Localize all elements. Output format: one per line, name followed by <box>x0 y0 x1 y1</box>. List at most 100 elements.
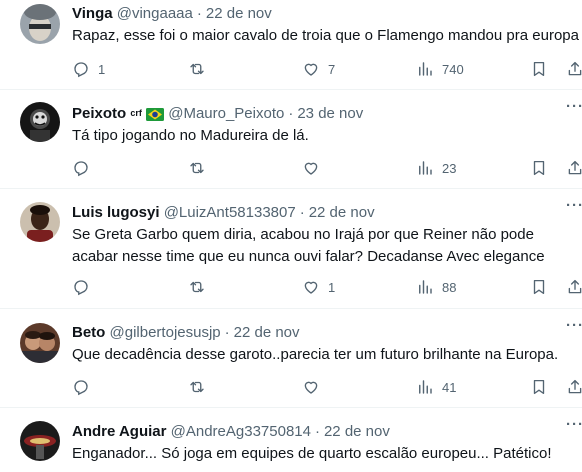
views-button[interactable]: 740 <box>416 59 464 79</box>
more-options-icon[interactable]: ··· <box>566 98 582 115</box>
bookmark-icon <box>533 61 545 77</box>
tweet-text: Se Greta Garbo quem diria, acabou no Ira… <box>72 224 582 268</box>
like-button[interactable]: 1 <box>302 277 335 297</box>
avatar[interactable] <box>20 421 60 461</box>
tweet-text-line: Rapaz, esse foi o maior cavalo de troia … <box>72 27 579 44</box>
more-options-icon[interactable]: ··· <box>566 416 582 433</box>
like-icon <box>304 381 318 394</box>
tweet-text-line: Tá tipo jogando no Madureira de lá. <box>72 127 309 144</box>
separator-dot: · <box>196 5 202 22</box>
tweet-actions: 1 7 740 <box>72 59 582 79</box>
display-name[interactable]: Luis lugosyi <box>72 204 160 221</box>
avatar[interactable] <box>20 102 60 142</box>
like-button[interactable]: 7 <box>302 59 335 79</box>
reply-button[interactable] <box>72 377 98 397</box>
bookmark-button[interactable] <box>530 158 548 178</box>
reply-tweet[interactable]: Andre Aguiar @AndreAg33750814 · 22 de nov … <box>0 408 582 472</box>
crf-badge: crf <box>130 108 142 118</box>
reply-tweet[interactable]: Peixoto crf @Mauro_Peixoto·23 de nov ···… <box>0 90 582 189</box>
user-handle[interactable]: @Mauro_Peixoto <box>168 105 284 122</box>
avatar[interactable] <box>20 202 60 242</box>
reply-icon <box>74 62 88 78</box>
reply-icon <box>74 161 88 177</box>
views-button[interactable]: 41 <box>416 377 456 397</box>
user-handle[interactable]: @AndreAg33750814 <box>171 423 311 440</box>
like-icon <box>304 281 318 294</box>
tweet-text: Tá tipo jogando no Madureira de lá. <box>72 125 582 147</box>
reply-tweet[interactable]: Beto @gilbertojesusjp·22 de nov ··· Que … <box>0 309 582 408</box>
repost-icon <box>190 162 204 174</box>
reply-button[interactable]: 1 <box>72 59 105 79</box>
share-icon <box>568 160 582 175</box>
share-icon <box>568 279 582 294</box>
share-button[interactable] <box>566 277 582 297</box>
repost-button[interactable] <box>188 377 214 397</box>
share-button[interactable] <box>566 377 582 397</box>
tweet-header: Andre Aguiar @AndreAg33750814 · 22 de nov <box>72 422 390 442</box>
tweet-header: Beto @gilbertojesusjp · 22 de nov <box>72 323 300 343</box>
more-options-icon[interactable]: ··· <box>566 197 582 214</box>
views-button[interactable]: 88 <box>416 277 456 297</box>
reply-tweet[interactable]: Vinga @vingaaaa · 22 de nov Rapaz, esse fo… <box>0 0 582 90</box>
reply-icon <box>74 280 88 296</box>
display-name[interactable]: Beto <box>72 324 105 341</box>
repost-button[interactable] <box>188 277 214 297</box>
share-icon <box>568 61 582 76</box>
views-count: 41 <box>442 379 457 395</box>
separator-dot: · <box>314 423 320 440</box>
views-button[interactable]: 23 <box>416 158 456 178</box>
views-count: 23 <box>442 160 457 176</box>
tweet-text-line: Que decadência desse garoto..parecia ter… <box>72 346 559 363</box>
reply-button[interactable] <box>72 158 98 178</box>
share-button[interactable] <box>566 59 582 79</box>
like-icon <box>304 63 318 76</box>
repost-icon <box>190 281 204 293</box>
share-button[interactable] <box>566 158 582 178</box>
bookmark-button[interactable] <box>530 377 548 397</box>
avatar[interactable] <box>20 323 60 363</box>
bookmark-icon <box>533 160 545 176</box>
display-name[interactable]: Peixoto <box>72 105 126 122</box>
tweet-header: Peixoto crf @Mauro_Peixoto · 23 de nov <box>72 104 363 124</box>
user-handle[interactable]: @vingaaaa <box>117 5 193 22</box>
separator-dot: · <box>224 324 230 341</box>
tweet-text-line: acabar nesse time que eu nunca ouvi fala… <box>72 248 545 265</box>
reply-feed: Vinga @vingaaaa · 22 de nov Rapaz, esse fo… <box>0 0 582 472</box>
display-name[interactable]: Andre Aguiar <box>72 423 166 440</box>
tweet-date[interactable]: 23 de nov <box>297 105 363 122</box>
bookmark-icon <box>533 279 545 295</box>
user-handle[interactable]: @LuizAnt58133807 <box>164 204 296 221</box>
like-button[interactable] <box>302 158 328 178</box>
like-count: 7 <box>328 61 336 77</box>
bookmark-button[interactable] <box>530 277 548 297</box>
more-options-icon[interactable]: ··· <box>566 317 582 334</box>
user-handle[interactable]: @gilbertojesusjp <box>110 324 221 341</box>
views-count: 740 <box>442 61 464 77</box>
bookmark-button[interactable] <box>530 59 548 79</box>
tweet-text-line: Se Greta Garbo quem diria, acabou no Ira… <box>72 226 534 243</box>
repost-icon <box>190 63 204 75</box>
tweet-text-line: Enganador... Só joga em equipes de quart… <box>72 445 552 462</box>
repost-icon <box>190 381 204 393</box>
display-name[interactable]: Vinga <box>72 5 113 22</box>
repost-button[interactable] <box>188 158 214 178</box>
tweet-date[interactable]: 22 de nov <box>206 5 272 22</box>
reply-tweet[interactable]: Luis lugosyi @LuizAnt58133807 · 22 de nov … <box>0 189 582 309</box>
reply-icon <box>74 380 88 396</box>
tweet-date[interactable]: 22 de nov <box>324 423 390 440</box>
repost-button[interactable] <box>188 59 214 79</box>
tweet-header: Vinga @vingaaaa · 22 de nov <box>72 4 272 24</box>
separator-dot: · <box>288 105 294 122</box>
tweet-text: Enganador... Só joga em equipes de quart… <box>72 443 582 465</box>
avatar[interactable] <box>20 4 60 44</box>
bookmark-icon <box>533 379 545 395</box>
like-count: 1 <box>328 279 336 295</box>
tweet-date[interactable]: 22 de nov <box>234 324 300 341</box>
like-button[interactable] <box>302 377 328 397</box>
tweet-date[interactable]: 22 de nov <box>309 204 375 221</box>
tweet-actions: 23 <box>72 158 582 178</box>
reply-button[interactable] <box>72 277 98 297</box>
separator-dot: · <box>299 204 305 221</box>
tweet-text: Rapaz, esse foi o maior cavalo de troia … <box>72 25 582 47</box>
views-icon <box>419 280 432 294</box>
